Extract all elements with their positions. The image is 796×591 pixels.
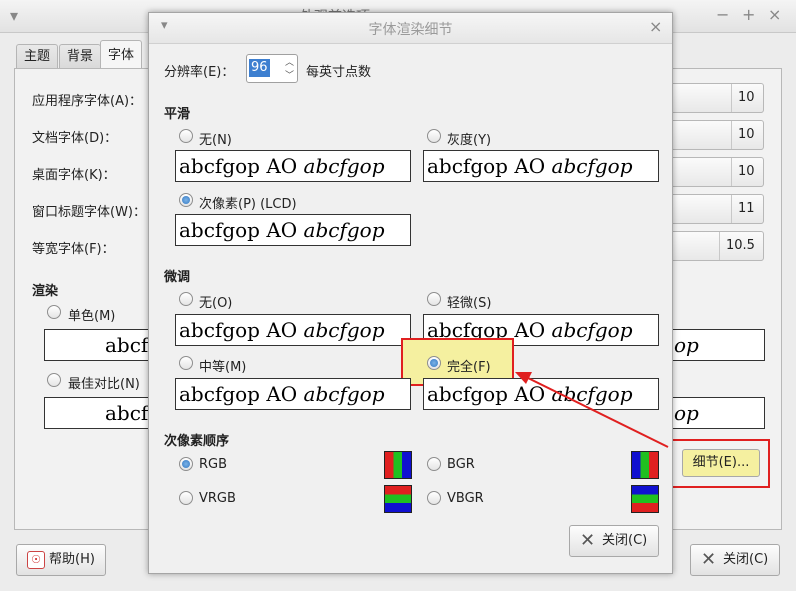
annotation-arrow — [515, 372, 669, 448]
